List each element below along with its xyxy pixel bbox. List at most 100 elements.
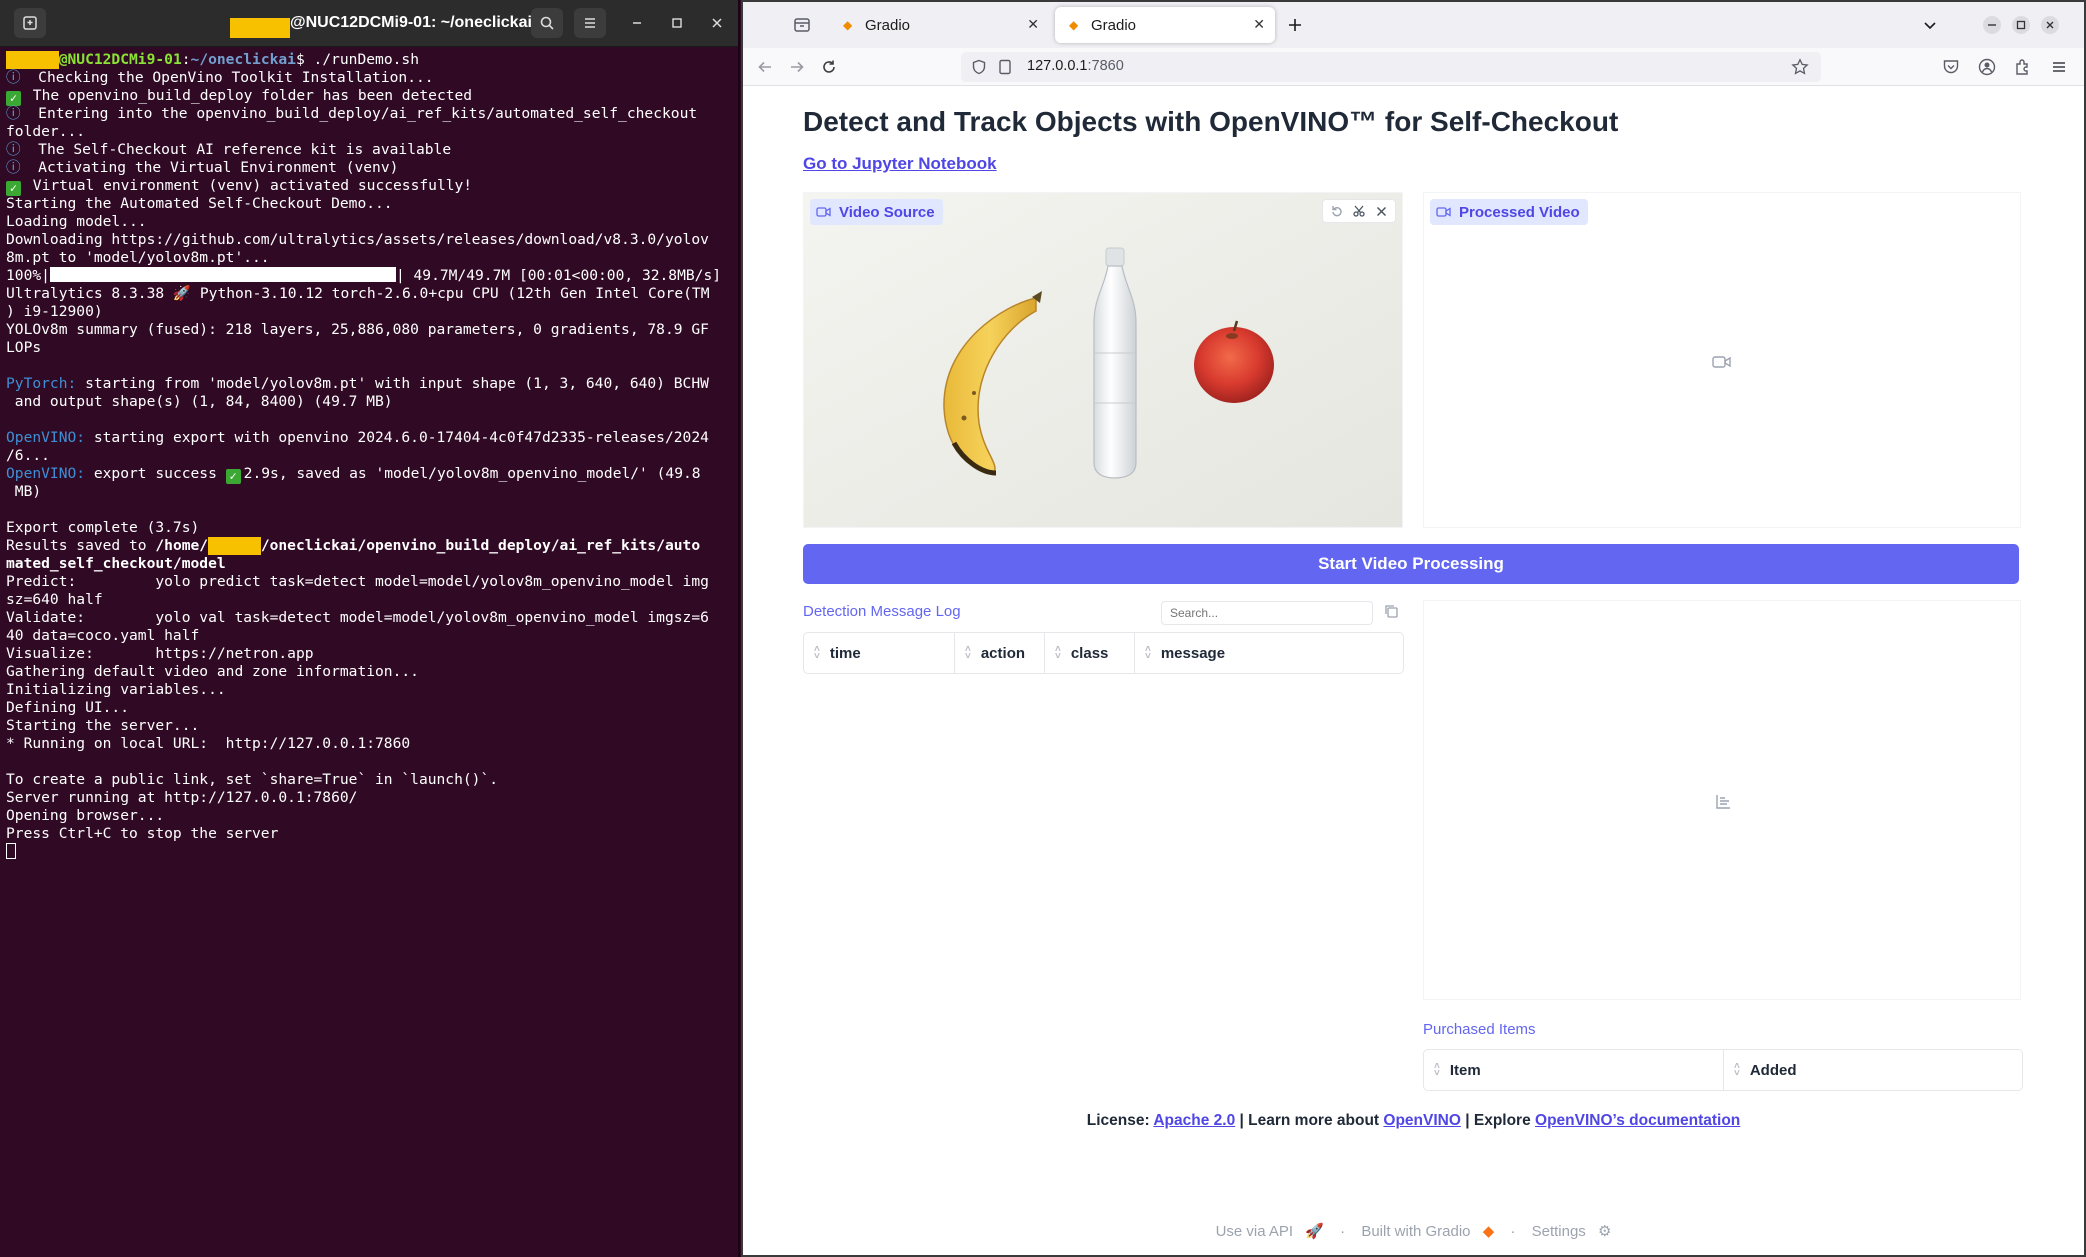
terminal-text: Virtual environment (venv) activated suc… <box>24 177 473 194</box>
clear-video-button[interactable] <box>1370 206 1392 217</box>
url-text[interactable]: 127.0.0.1:7860 <box>1027 58 1124 74</box>
video-source-panel[interactable]: Video Source <box>803 192 1403 528</box>
back-button[interactable] <box>753 55 777 79</box>
processed-video-label: Processed Video <box>1430 199 1588 225</box>
tab-gradio-2[interactable]: ◆ Gradio ✕ <box>1055 7 1275 43</box>
terminal-line: Results saved to /home/ /oneclickai/open… <box>6 537 732 555</box>
redacted-username <box>6 51 59 69</box>
terminal-text: starting export with openvino 2024.6.0-1… <box>85 429 709 446</box>
url-bar[interactable]: 127.0.0.1:7860 <box>961 52 1821 82</box>
reload-button[interactable] <box>817 55 841 79</box>
terminal-line: Predict: yolo predict task=detect model=… <box>6 573 732 591</box>
account-button[interactable] <box>1975 55 1999 79</box>
extensions-button[interactable] <box>2011 55 2035 79</box>
terminal-menu-button[interactable] <box>574 8 606 38</box>
sort-arrows-icon[interactable]: ˄ ˅ <box>1434 1062 1440 1079</box>
terminal-search-button[interactable] <box>531 8 563 38</box>
settings-link[interactable]: Settings ⚙ <box>1528 1223 1616 1240</box>
terminal-text: YOLOv8m summary (fused): 218 layers, 25,… <box>6 321 709 338</box>
video-camera-icon <box>816 207 831 217</box>
terminal-line: 8m.pt to 'model/yolov8m.pt'... <box>6 249 732 267</box>
firefox-view-button[interactable] <box>790 13 814 37</box>
column-header-class[interactable]: ˄ ˅ class <box>1045 633 1135 673</box>
bookmark-star-icon[interactable] <box>1791 58 1809 76</box>
column-header-time[interactable]: ˄ ˅ time <box>804 633 955 673</box>
terminal-close-button[interactable] <box>702 8 732 38</box>
sort-arrows-icon[interactable]: ˄ ˅ <box>1145 645 1151 662</box>
plot-panel <box>1423 600 2021 1000</box>
column-label: class <box>1070 644 1109 662</box>
openvino-docs-link[interactable]: OpenVINO’s documentation <box>1535 1112 1740 1129</box>
check-icon: ✓ <box>6 181 21 196</box>
column-header-action[interactable]: ˄ ˅ action <box>955 633 1045 673</box>
log-search-input[interactable] <box>1161 601 1373 625</box>
forward-button[interactable] <box>785 55 809 79</box>
terminal-text: /6... <box>6 447 50 464</box>
start-video-processing-button[interactable]: Start Video Processing <box>803 544 2019 584</box>
app-menu-button[interactable] <box>2047 55 2071 79</box>
built-with-gradio-link[interactable]: Built with Gradio ◆ <box>1357 1223 1498 1240</box>
terminal-line: and output shape(s) (1, 84, 8400) (49.7 … <box>6 393 732 411</box>
tab-label: Gradio <box>865 16 911 34</box>
column-header-added[interactable]: ˄ ˅ Added <box>1724 1050 2022 1090</box>
terminal-maximize-button[interactable] <box>662 8 692 38</box>
column-header-message[interactable]: ˄ ˅ message <box>1135 633 1403 673</box>
terminal-text: Server running at http://127.0.0.1:7860/ <box>6 789 358 806</box>
url-port: :7860 <box>1087 58 1124 74</box>
hamburger-icon <box>585 18 595 28</box>
pocket-button[interactable] <box>1939 55 1963 79</box>
trim-button[interactable] <box>1348 205 1370 217</box>
column-label: message <box>1160 644 1226 662</box>
tab-close-icon[interactable]: ✕ <box>1027 16 1039 33</box>
column-header-item[interactable]: ˄ ˅ Item <box>1424 1050 1724 1090</box>
undo-button[interactable] <box>1326 205 1348 217</box>
sort-arrows-icon[interactable]: ˄ ˅ <box>1055 645 1061 662</box>
openvino-link[interactable]: OpenVINO <box>1383 1112 1461 1129</box>
terminal-text: Activating the Virtual Environment (venv… <box>38 159 399 176</box>
reload-icon <box>823 60 835 73</box>
processed-video-label-text: Processed Video <box>1459 203 1580 221</box>
sort-arrows-icon[interactable]: ˄ ˅ <box>965 645 971 662</box>
terminal-line: Defining UI... <box>6 699 732 717</box>
terminal-output[interactable]: @NUC12DCMi9-01:~/oneclickai$ ./runDemo.s… <box>0 47 738 861</box>
list-all-tabs-button[interactable] <box>1918 13 1942 37</box>
shield-icon[interactable] <box>971 59 987 75</box>
use-via-api-link[interactable]: Use via API 🚀 <box>1212 1223 1328 1240</box>
video-source-label-text: Video Source <box>839 203 935 221</box>
terminal-text: Starting the server... <box>6 717 200 734</box>
browser-nav-bar: 127.0.0.1:7860 <box>743 48 2084 86</box>
sort-arrows-icon[interactable]: ˄ ˅ <box>1734 1062 1740 1079</box>
terminal-line: Visualize: https://netron.app <box>6 645 732 663</box>
browser-close-button[interactable] <box>2038 13 2062 37</box>
terminal-text: Ultralytics 8.3.38 🚀 Python-3.10.12 torc… <box>6 285 710 302</box>
jupyter-notebook-link[interactable]: Go to Jupyter Notebook <box>803 154 997 174</box>
processed-video-panel[interactable]: Processed Video <box>1423 192 2021 528</box>
terminal-cursor <box>6 843 16 859</box>
page-info-icon[interactable] <box>997 59 1013 75</box>
maximize-icon <box>672 18 682 28</box>
tab-gradio-1[interactable]: ◆ Gradio ✕ <box>829 7 1049 43</box>
browser-minimize-button[interactable] <box>1980 13 2004 37</box>
terminal-text: 8m.pt to 'model/yolov8m.pt'... <box>6 249 270 266</box>
new-tab-button[interactable] <box>1283 13 1307 37</box>
minimize-icon <box>1983 16 2001 34</box>
gradio-logo-icon: ◆ <box>1482 1223 1495 1240</box>
terminal-text: Visualize: https://netron.app <box>6 645 314 662</box>
terminal-line: Downloading https://github.com/ultralyti… <box>6 231 732 249</box>
terminal-line: 100%| | 49.7M/49.7M [00:01<00:00, 32.8MB/… <box>6 267 732 285</box>
info-icon: ⓘ <box>6 69 39 86</box>
tab-close-icon[interactable]: ✕ <box>1253 16 1265 33</box>
copy-table-button[interactable] <box>1383 603 1399 619</box>
gradio-footer: Use via API 🚀 · Built with Gradio ◆ · Se… <box>743 1222 2084 1240</box>
gear-icon: ⚙ <box>1597 1223 1612 1240</box>
terminal-window[interactable]: x@NUC12DCMi9-01: ~/oneclickai @NUC12DCMi… <box>0 0 740 1257</box>
browser-maximize-button[interactable] <box>2009 13 2033 37</box>
apache-license-link[interactable]: Apache 2.0 <box>1153 1112 1235 1129</box>
terminal-line: ⓘ Entering into the openvino_build_deplo… <box>6 105 732 123</box>
new-tab-button[interactable] <box>14 8 46 38</box>
terminal-text: : <box>181 51 191 68</box>
terminal-text: $ ./runDemo.sh <box>295 51 419 68</box>
terminal-minimize-button[interactable] <box>622 8 652 38</box>
sort-arrows-icon[interactable]: ˄ ˅ <box>814 645 820 662</box>
